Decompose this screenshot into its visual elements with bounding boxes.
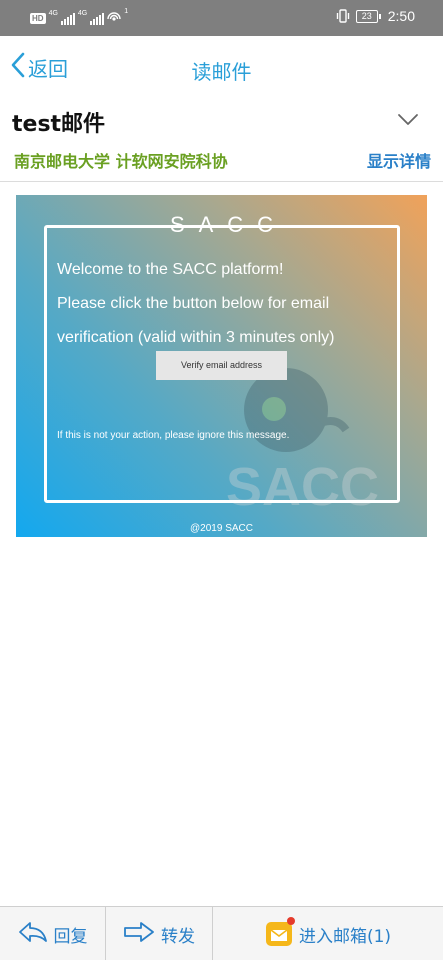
forward-arrow-icon (123, 921, 155, 948)
chevron-down-icon[interactable] (397, 112, 419, 131)
forward-label: 转发 (161, 926, 195, 947)
forward-button[interactable]: 转发 (106, 907, 213, 960)
email-brand: SACC (16, 212, 427, 238)
copyright: @2019 SACC (190, 523, 253, 534)
signal-icon (60, 12, 75, 25)
status-bar: HD 4G 4G 1 23 2:50 (0, 0, 443, 36)
notification-count: 1 (124, 8, 129, 15)
welcome-text: Welcome to the SACC platform! Please cli… (57, 253, 387, 355)
bottom-toolbar: 回复 转发 进入邮箱(1) (0, 906, 443, 960)
mail-subject: test邮件 (12, 112, 106, 137)
inbox-label: 进入邮箱(1) (298, 926, 392, 947)
status-system: 23 2:50 (336, 8, 415, 24)
unread-dot (286, 917, 295, 925)
brand-text: SACC (169, 212, 288, 237)
enter-inbox-button[interactable]: 进入邮箱(1) (213, 907, 443, 960)
page-title: 读邮件 (191, 60, 252, 84)
hotspot-icon (107, 9, 121, 28)
welcome-line: Please click the button below for email (57, 295, 330, 312)
reply-label: 回复 (53, 926, 88, 947)
reply-arrow-icon (18, 921, 48, 948)
battery-icon: 23 (355, 9, 381, 23)
email-body-card: SACC SACC Welcome to the SACC platform! … (16, 195, 427, 537)
verify-email-button[interactable]: Verify email address (156, 351, 287, 380)
show-details-link[interactable]: 显示详情 (367, 148, 431, 172)
status-indicators: HD 4G 4G 1 (30, 8, 129, 28)
reply-button[interactable]: 回复 (0, 907, 106, 960)
vibrate-icon (336, 8, 350, 24)
nav-bar: 返回 读邮件 (0, 36, 443, 96)
divider (0, 181, 443, 182)
welcome-line: Welcome to the SACC platform! (57, 261, 284, 278)
network-type-label: 4G (48, 10, 58, 17)
hd-icon: HD (30, 13, 46, 24)
ignore-note: If this is not your action, please ignor… (57, 430, 290, 441)
network-type-label: 4G (77, 10, 88, 17)
clock: 2:50 (387, 8, 415, 24)
signal-icon (90, 12, 105, 25)
sender-name: 南京邮电大学 计软网安院科协 (14, 152, 228, 171)
welcome-line: verification (valid within 3 minutes onl… (57, 329, 335, 346)
mail-icon (265, 917, 295, 948)
